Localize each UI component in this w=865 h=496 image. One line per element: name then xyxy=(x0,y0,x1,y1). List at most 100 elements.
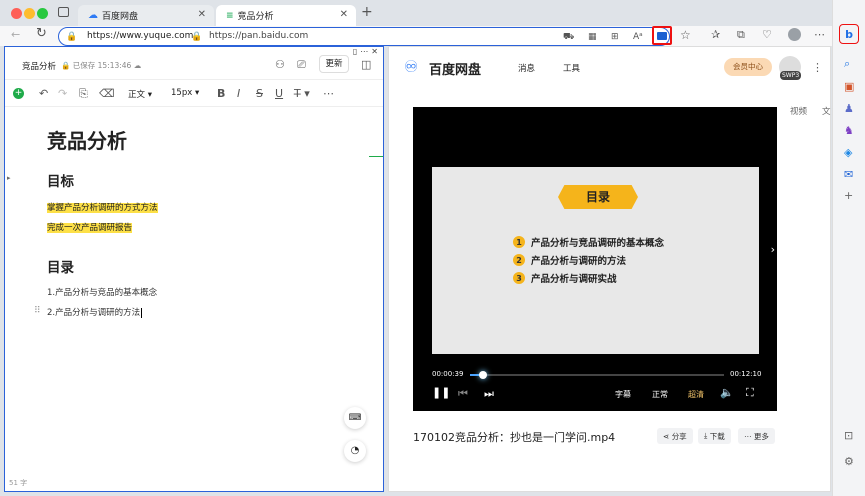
help-icon[interactable]: ◔ xyxy=(344,440,366,462)
shopping-icon[interactable]: ▣ xyxy=(844,81,854,93)
drag-handle-icon[interactable]: ⠿ xyxy=(34,306,41,316)
present-icon[interactable]: ⎚ xyxy=(297,59,306,71)
back-icon[interactable]: ← xyxy=(11,29,20,41)
goal-line-1[interactable]: 掌握产品分析调研的方式方法 xyxy=(47,201,158,213)
slide-item-number: 2 xyxy=(513,254,525,266)
url-left-input[interactable]: https://www.yuque.com xyxy=(87,31,193,41)
vip-center-button[interactable]: 会员中心 xyxy=(724,58,772,76)
text-cursor xyxy=(141,308,143,318)
add-app-icon[interactable]: + xyxy=(844,190,853,202)
video-player[interactable]: 目录 1 产品分析与竞品调研的基本概念 2 产品分析与调研的方法 3 产品分析与调研实… xyxy=(413,107,777,411)
split-screen-button[interactable] xyxy=(652,26,672,45)
baidu-pan-logo-text[interactable]: 百度网盘 xyxy=(429,59,481,78)
style-value: 正文 xyxy=(128,90,146,100)
more-label: 更多 xyxy=(753,431,769,441)
office-icon[interactable]: ◈ xyxy=(844,147,852,159)
favorite-star-icon[interactable]: ☆ xyxy=(680,29,691,41)
progress-knob[interactable] xyxy=(479,371,488,379)
paragraph-style-select[interactable]: 正文 ▾ xyxy=(128,88,152,100)
next-icon[interactable]: ⏭ xyxy=(484,388,494,400)
refresh-icon[interactable]: ↻ xyxy=(36,27,47,40)
app-available-icon[interactable]: ⛟ xyxy=(563,31,574,43)
clear-format-icon[interactable]: ⌫ xyxy=(99,88,115,100)
more-menu-icon[interactable]: ⋯ xyxy=(814,29,825,41)
subtitle-button[interactable]: 字幕 xyxy=(615,389,631,400)
doc-title[interactable]: 竞品分析 xyxy=(22,60,56,72)
insert-plus-icon[interactable]: + xyxy=(13,88,24,99)
underline-icon[interactable]: U xyxy=(275,88,283,100)
volume-icon[interactable]: 🔈 xyxy=(720,387,734,399)
more-icon: ⋯ xyxy=(744,431,752,441)
download-button[interactable]: ⤓ 下载 xyxy=(698,428,731,444)
speed-button[interactable]: 正常 xyxy=(652,389,668,400)
previous-icon[interactable]: ⏮ xyxy=(458,388,468,400)
pause-icon[interactable]: ❚❚ xyxy=(432,387,450,399)
pane-controls[interactable]: ▯⋯✕ xyxy=(353,47,381,56)
progress-bar[interactable] xyxy=(470,371,724,379)
new-tab-icon[interactable]: + xyxy=(361,5,373,19)
tools-icon[interactable]: ♟ xyxy=(844,103,854,115)
search-icon[interactable]: ⌕ xyxy=(844,58,850,70)
toc-line-1[interactable]: 1.产品分析与竞品的基本概念 xyxy=(47,286,157,298)
settings-icon[interactable]: ⚙ xyxy=(844,456,854,468)
read-aloud-icon[interactable]: Aᵃ xyxy=(633,31,643,43)
zoom-window-button[interactable] xyxy=(37,8,48,19)
update-button[interactable]: 更新 xyxy=(319,55,349,73)
goal-line-2[interactable]: 完成一次产品调研报告 xyxy=(47,221,133,233)
bing-copilot-icon[interactable]: b xyxy=(839,24,859,44)
font-size-select[interactable]: 15px ▾ xyxy=(171,88,199,98)
quality-button[interactable]: 超清 xyxy=(688,389,704,400)
close-window-button[interactable] xyxy=(11,8,22,19)
undo-icon[interactable]: ↶ xyxy=(39,88,48,100)
text-color-icon[interactable]: T̶ ▾ xyxy=(294,88,310,100)
outlook-icon[interactable]: ✉ xyxy=(844,169,853,181)
section-heading-toc[interactable]: 目录 xyxy=(47,256,74,276)
slide-item-text: 产品分析与调研实战 xyxy=(531,274,617,285)
keyboard-shortcut-icon[interactable]: ⌨ xyxy=(344,407,366,429)
fullscreen-icon[interactable]: ⛶ xyxy=(746,387,754,399)
toc-line-2[interactable]: 2.产品分析与调研的方法 xyxy=(47,306,143,318)
section-heading-goals[interactable]: 目标 xyxy=(47,170,74,190)
favorites-icon[interactable]: ✰ xyxy=(711,29,720,41)
extensions-icon[interactable]: ⊞ xyxy=(611,31,619,43)
tab-doc[interactable]: 文 xyxy=(822,105,831,117)
add-member-icon[interactable]: ⚇ xyxy=(275,59,285,71)
nav-messages[interactable]: 消息 xyxy=(518,62,535,74)
share-button[interactable]: ⋖ 分享 xyxy=(657,428,693,444)
tab-yuque[interactable]: ≡ 竞品分析 ✕ xyxy=(216,5,356,26)
collections-icon[interactable]: ⧉ xyxy=(737,29,745,41)
nav-tools[interactable]: 工具 xyxy=(563,62,580,74)
toc-panel-icon[interactable]: ◫ xyxy=(361,59,371,71)
highlighted-text: 完成一次产品调研报告 xyxy=(47,223,133,233)
strikethrough-icon[interactable]: S xyxy=(256,88,263,100)
video-frame-slide: 目录 1 产品分析与竞品调研的基本概念 2 产品分析与调研的方法 3 产品分析与调研实… xyxy=(432,167,759,354)
tab-video[interactable]: 视频 xyxy=(790,105,807,117)
slide-item-number: 3 xyxy=(513,272,525,284)
profile-avatar-icon[interactable] xyxy=(788,28,801,41)
format-painter-icon[interactable]: ⎘ xyxy=(79,88,88,100)
screenshot-icon[interactable]: ⊡ xyxy=(844,430,853,442)
games-icon[interactable]: ♞ xyxy=(844,125,854,137)
toolbar-more-icon[interactable]: ⋯ xyxy=(323,88,334,100)
bold-icon[interactable]: B xyxy=(217,88,225,100)
italic-icon[interactable]: I xyxy=(237,88,240,100)
more-menu-icon[interactable]: ⋮ xyxy=(812,62,823,74)
split-address-bar: 🔒 https://www.yuque.com 🔒 https://pan.ba… xyxy=(58,27,670,46)
slide-item-text: 产品分析与调研的方法 xyxy=(531,256,627,267)
cloud-icon: ☁ xyxy=(88,10,98,21)
download-label: 下载 xyxy=(709,431,725,441)
share-label: 分享 xyxy=(671,431,687,441)
qr-code-icon[interactable]: ▦ xyxy=(588,31,597,43)
redo-icon[interactable]: ↷ xyxy=(58,88,67,100)
tab-baidu-pan[interactable]: ☁ 百度网盘 ✕ xyxy=(78,5,214,26)
document-heading[interactable]: 竞品分析 xyxy=(47,125,127,154)
browser-essentials-icon[interactable]: ♡ xyxy=(762,29,772,41)
url-right-input[interactable]: https://pan.baidu.com xyxy=(209,31,308,41)
expand-arrow-icon[interactable]: ▸ xyxy=(7,174,11,182)
next-arrow-icon[interactable]: › xyxy=(771,243,775,256)
close-icon[interactable]: ✕ xyxy=(198,9,206,20)
minimize-window-button[interactable] xyxy=(24,8,35,19)
close-icon[interactable]: ✕ xyxy=(340,9,348,20)
more-button[interactable]: ⋯ 更多 xyxy=(738,428,775,444)
tab-actions-icon[interactable] xyxy=(58,7,69,17)
